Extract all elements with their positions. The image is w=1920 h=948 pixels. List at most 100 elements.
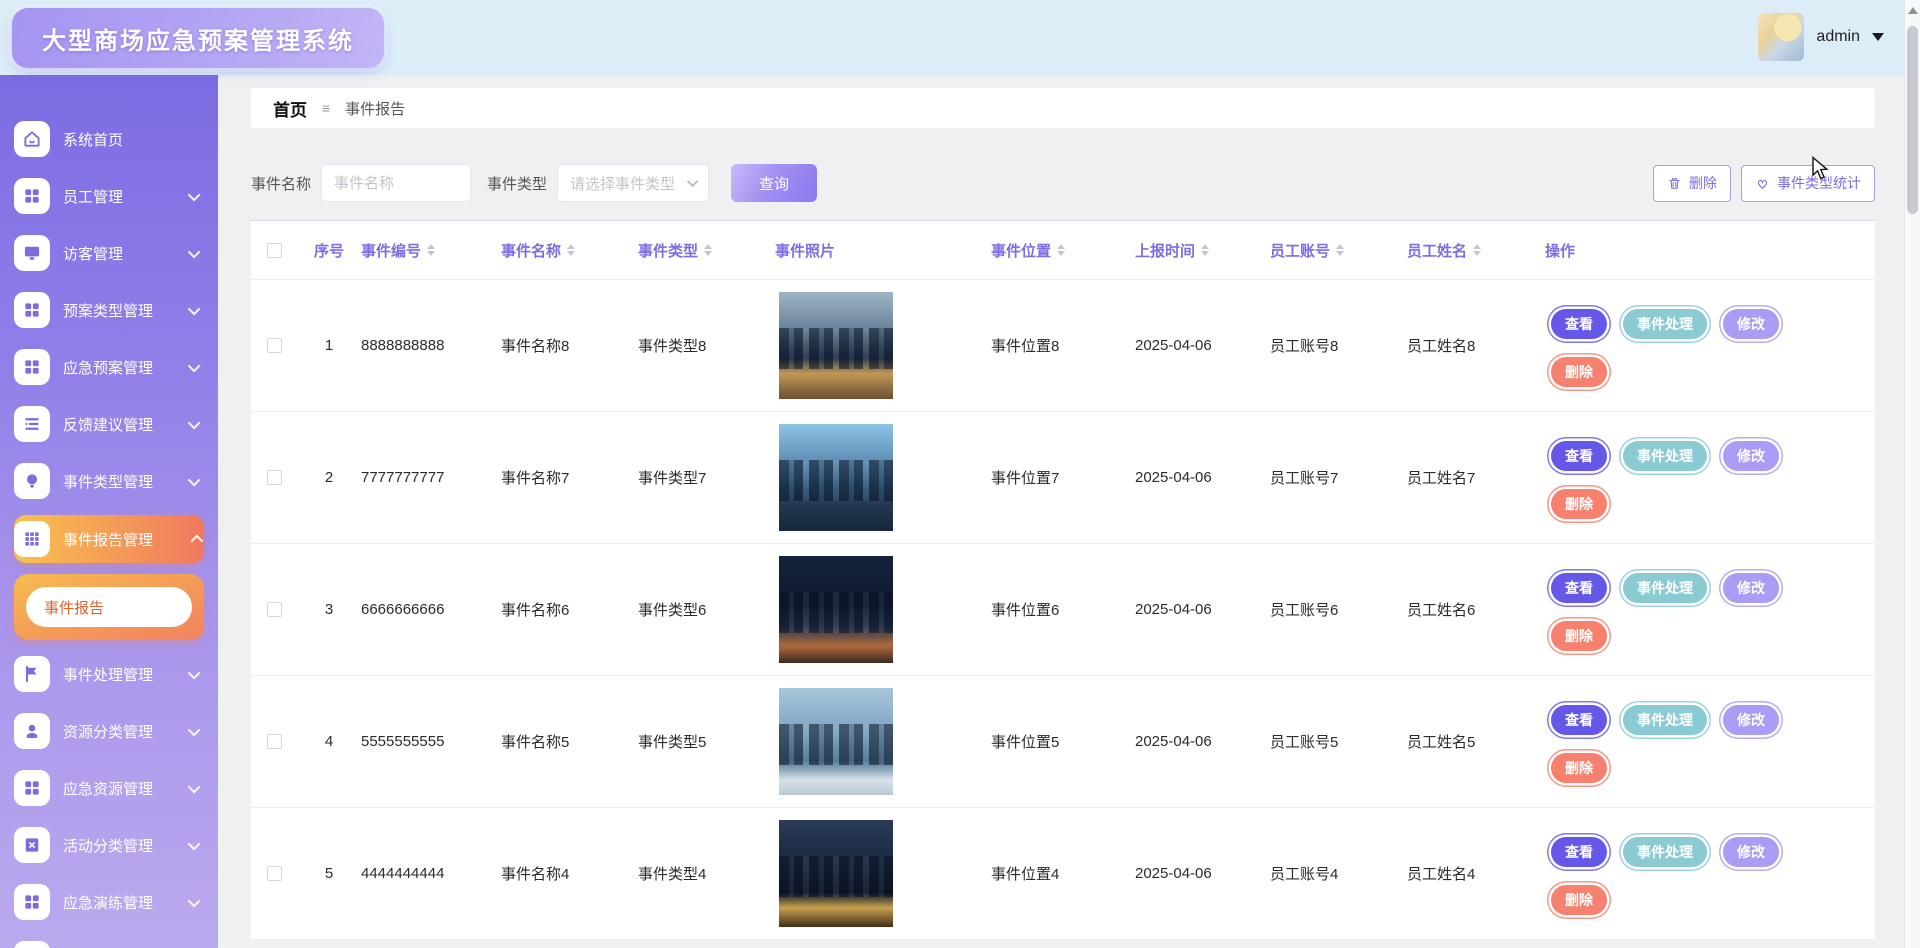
row-checkbox[interactable] [267,470,282,485]
cell-type: 事件类型8 [638,335,775,356]
scrollbar-thumb[interactable] [1907,26,1918,214]
sidebar-subitem-event-report[interactable]: 事件报告 [26,587,192,627]
event-type-stats-button[interactable]: 事件类型统计 [1741,165,1875,202]
event-type-select[interactable]: 请选择事件类型 [557,164,709,202]
cell-name: 事件名称8 [501,335,638,356]
sort-icon[interactable] [1057,244,1065,256]
row-checkbox[interactable] [267,602,282,617]
sidebar-item-employees[interactable]: 员工管理 [14,173,204,219]
sidebar-item-label: 预案类型管理 [63,300,191,321]
sort-icon[interactable] [1473,244,1481,256]
row-actions: 查看 事件处理 修改 删除 [1545,699,1797,785]
sidebar-item-plan-types[interactable]: 预案类型管理 [14,287,204,333]
view-button[interactable]: 查看 [1551,441,1607,471]
table-header-row: 序号 事件编号 事件名称 事件类型 事件照片 事件位置 上报时间 员工账号 员工… [251,221,1875,279]
sort-icon[interactable] [1201,244,1209,256]
cell-account: 员工账号5 [1270,731,1407,752]
delete-button[interactable]: 删除 [1551,753,1607,783]
sidebar-item-label: 应急演练管理 [63,892,191,913]
search-button[interactable]: 查询 [731,164,817,202]
sidebar-item-label: 事件报告管理 [63,529,191,550]
sidebar-item-visitors[interactable]: 访客管理 [14,230,204,276]
cell-type: 事件类型7 [638,467,775,488]
event-name-input[interactable] [321,164,471,202]
row-checkbox[interactable] [267,338,282,353]
sidebar-subitem-label: 事件报告 [44,597,104,618]
edit-button[interactable]: 修改 [1723,573,1779,603]
column-header: 序号 [314,240,344,261]
breadcrumb-separator-icon: ≡ [322,100,330,116]
edit-button[interactable]: 修改 [1723,441,1779,471]
event-photo[interactable] [779,556,893,663]
sidebar-item-resource-categories[interactable]: 资源分类管理 [14,708,204,754]
select-all-checkbox[interactable] [267,243,282,258]
home-icon [14,121,50,157]
delete-button[interactable]: 删除 [1551,621,1607,651]
breadcrumb-home[interactable]: 首页 [273,96,307,121]
sidebar-item-partial[interactable] [14,936,204,948]
sort-icon[interactable] [427,244,435,256]
cell-name: 事件名称7 [501,467,638,488]
cell-location: 事件位置8 [991,335,1135,356]
sidebar-item-feedback[interactable]: 反馈建议管理 [14,401,204,447]
handle-button[interactable]: 事件处理 [1623,441,1707,471]
sidebar-item-emergency-resources[interactable]: 应急资源管理 [14,765,204,811]
sidebar-item-label: 员工管理 [63,186,191,207]
event-photo[interactable] [779,292,893,399]
flag-icon [14,656,50,692]
main-content: 首页 ≡ 事件报告 事件名称 事件类型 请选择事件类型 查询 删除 事件类型统计… [218,75,1920,948]
row-actions: 查看 事件处理 修改 删除 [1545,567,1797,653]
sidebar-item-label: 访客管理 [63,243,191,264]
cell-no: 1 [325,337,333,354]
cell-no: 3 [325,601,333,618]
table-row: 3 6666666666 事件名称6 事件类型6 事件位置6 2025-04-0… [251,543,1875,675]
cell-time: 2025-04-06 [1135,337,1270,354]
user-menu[interactable]: admin [1758,13,1884,61]
sort-icon[interactable] [567,244,575,256]
view-button[interactable]: 查看 [1551,573,1607,603]
sidebar-item-home[interactable]: 系统首页 [14,116,204,162]
sidebar-item-emergency-drills[interactable]: 应急演练管理 [14,879,204,925]
handle-button[interactable]: 事件处理 [1623,573,1707,603]
batch-delete-button[interactable]: 删除 [1653,165,1731,202]
row-checkbox[interactable] [267,866,282,881]
view-button[interactable]: 查看 [1551,705,1607,735]
event-photo[interactable] [779,424,893,531]
event-photo[interactable] [779,688,893,795]
cell-code: 8888888888 [361,337,501,354]
view-button[interactable]: 查看 [1551,837,1607,867]
view-button[interactable]: 查看 [1551,309,1607,339]
handle-button[interactable]: 事件处理 [1623,705,1707,735]
edit-button[interactable]: 修改 [1723,705,1779,735]
sidebar-item-emergency-plans[interactable]: 应急预案管理 [14,344,204,390]
sidebar-item-event-reports[interactable]: 事件报告管理 [14,515,204,563]
delete-button[interactable]: 删除 [1551,489,1607,519]
scroll-up-icon[interactable] [1908,7,1918,14]
edit-button[interactable]: 修改 [1723,837,1779,867]
sidebar-item-activity-categories[interactable]: 活动分类管理 [14,822,204,868]
user-name: admin [1816,28,1860,46]
cell-code: 4444444444 [361,865,501,882]
cell-location: 事件位置5 [991,731,1135,752]
cell-account: 员工账号7 [1270,467,1407,488]
cell-time: 2025-04-06 [1135,601,1270,618]
sidebar-item-event-types[interactable]: 事件类型管理 [14,458,204,504]
cell-location: 事件位置4 [991,863,1135,884]
delete-button[interactable]: 删除 [1551,885,1607,915]
event-name-label: 事件名称 [251,173,311,194]
user-avatar[interactable] [1758,13,1804,61]
bulb-icon [14,463,50,499]
handle-button[interactable]: 事件处理 [1623,837,1707,867]
delete-button[interactable]: 删除 [1551,357,1607,387]
edit-button[interactable]: 修改 [1723,309,1779,339]
event-photo[interactable] [779,820,893,927]
row-checkbox[interactable] [267,734,282,749]
vertical-scrollbar[interactable] [1904,0,1920,948]
sidebar-item-label: 应急资源管理 [63,778,191,799]
sort-icon[interactable] [1336,244,1344,256]
grid-icon [14,292,50,328]
sidebar-item-label: 活动分类管理 [63,835,191,856]
handle-button[interactable]: 事件处理 [1623,309,1707,339]
sort-icon[interactable] [704,244,712,256]
sidebar-item-event-handling[interactable]: 事件处理管理 [14,651,204,697]
